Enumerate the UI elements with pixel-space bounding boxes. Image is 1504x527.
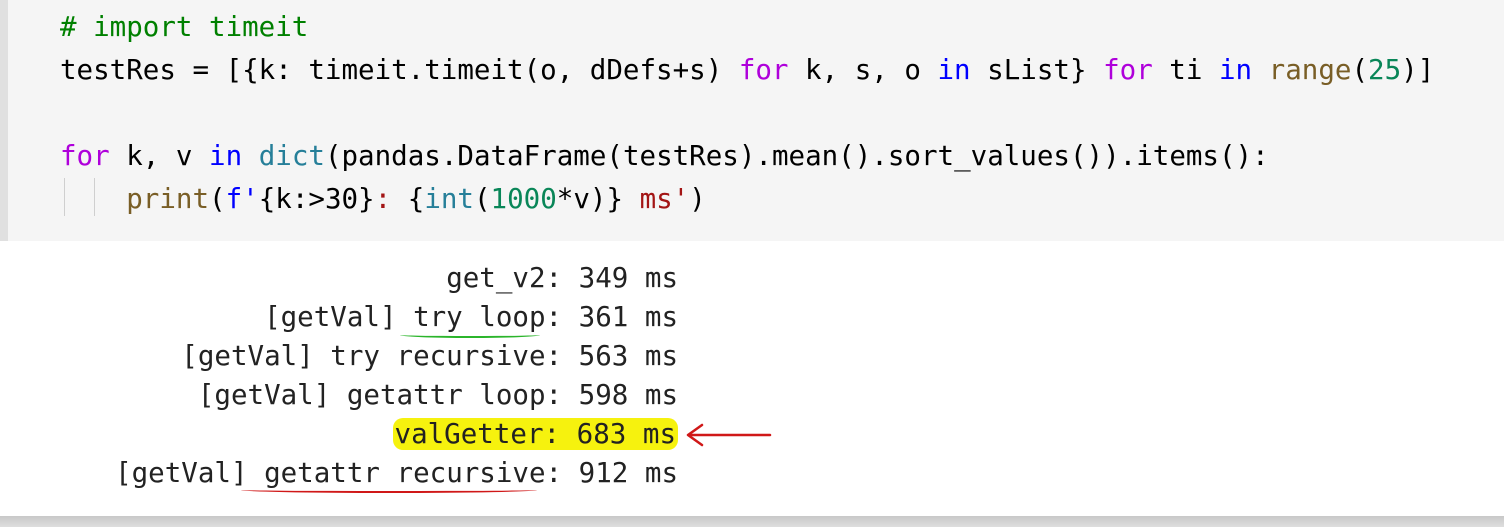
code-token: for [60, 140, 110, 172]
code-token: k, s, o [788, 54, 938, 86]
output-separator: : [545, 301, 579, 333]
output-label: [getVal] getattr recursive [115, 457, 546, 489]
code-token: ( [473, 183, 491, 215]
output-label: valGetter [394, 418, 544, 450]
output-value: 349 ms [578, 262, 678, 294]
output-line: get_v2: 349 ms [446, 259, 678, 298]
code-token: # import timeit [60, 11, 309, 43]
red-arrow-annotation [686, 423, 772, 447]
output-line: valGetter: 683 ms [392, 415, 678, 454]
horizontal-scrollbar[interactable] [0, 516, 1504, 527]
code-token: in [937, 54, 971, 86]
output-label: [getVal] try recursive [181, 340, 546, 372]
code-token: { [407, 183, 425, 215]
code-line[interactable]: print(f'{k:>30}: {int(1000*v)} ms') [60, 177, 706, 221]
code-token: {k:>30} [258, 183, 375, 215]
code-token: in [209, 140, 243, 172]
code-token: (pandas.DataFrame(testRes).mean().sort_v… [324, 140, 1269, 172]
indent-guide [64, 178, 65, 216]
code-token: in [1218, 54, 1253, 86]
output-value: 912 ms [578, 457, 678, 489]
output-separator: : [543, 418, 577, 450]
output-separator: : [545, 457, 579, 489]
code-token: )] [1401, 54, 1435, 86]
code-token: for [1103, 54, 1153, 86]
output-value: 563 ms [578, 340, 678, 372]
code-token: : [374, 183, 408, 215]
output-value: 361 ms [578, 301, 678, 333]
indent-guide [94, 178, 95, 216]
code-token: range [1268, 54, 1352, 86]
output-value: 683 ms [576, 418, 676, 450]
code-line[interactable]: # import timeit [60, 5, 308, 49]
code-cell[interactable]: # import timeit testRes = [{k: timeit.tim… [0, 0, 1504, 241]
code-token: print [126, 183, 210, 215]
code-token: ms' [623, 183, 690, 215]
yellow-highlight-annotation: valGetter: 683 ms [392, 418, 678, 450]
code-token: for [738, 54, 789, 86]
cell-output: get_v2: 349 ms [getVal] try loop: 361 ms[… [0, 241, 1504, 516]
code-token: dict [258, 140, 325, 172]
cell-left-border [0, 0, 8, 241]
code-token: ( [209, 183, 226, 215]
code-token: sList} [970, 54, 1104, 86]
output-label: get_v2 [446, 262, 546, 294]
output-separator: : [545, 379, 579, 411]
red-underline-annotation [241, 487, 537, 493]
code-token: f' [225, 183, 259, 215]
code-token: 25 [1368, 54, 1402, 86]
code-token: ) [689, 183, 706, 215]
code-line[interactable]: for k, v in dict(pandas.DataFrame(testRe… [60, 134, 1269, 178]
output-line: [getVal] getattr loop: 598 ms [198, 376, 678, 415]
output-label: [getVal] getattr loop [197, 379, 546, 411]
code-token: *v)} [556, 183, 624, 215]
output-separator: : [545, 340, 579, 372]
output-line: [getVal] try recursive: 563 ms [181, 337, 678, 376]
code-token: int [424, 183, 474, 215]
code-token: 1000 [490, 183, 557, 215]
output-separator: : [545, 262, 579, 294]
code-token: ti [1152, 54, 1219, 86]
code-line[interactable]: testRes = [{k: timeit.timeit(o, dDefs+s)… [60, 48, 1434, 92]
green-underline-annotation [400, 332, 540, 338]
code-token: k, v [109, 140, 210, 172]
code-token: ( [1351, 54, 1369, 86]
code-token: testRes = [{k: timeit.timeit(o, dDefs+s) [60, 54, 739, 86]
output-value: 598 ms [578, 379, 678, 411]
output-label: [getVal] try loop [264, 301, 546, 333]
